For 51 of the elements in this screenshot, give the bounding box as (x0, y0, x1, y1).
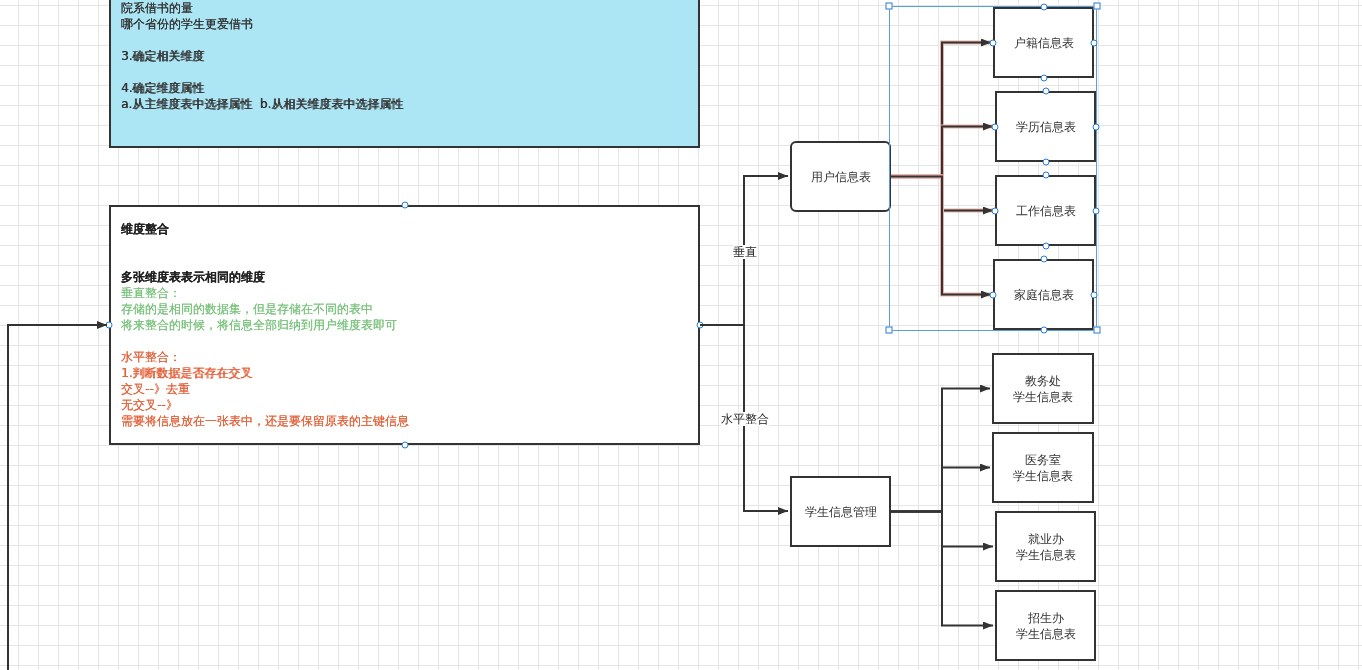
connection-point-icon[interactable] (105, 321, 113, 329)
connection-point-icon[interactable] (989, 39, 997, 46)
note-text: 垂直整合： (121, 285, 181, 301)
connection-point-icon[interactable] (989, 291, 997, 298)
table-node[interactable]: 教务处 学生信息表 (992, 353, 1094, 424)
resize-handle-icon[interactable] (885, 326, 893, 334)
connection-point-icon[interactable] (991, 207, 999, 214)
resize-handle-icon[interactable] (885, 2, 893, 10)
connection-point-icon[interactable] (1090, 39, 1098, 46)
connection-point-icon[interactable] (1040, 3, 1047, 11)
note-text: 无交叉--》 (121, 397, 178, 413)
note-text: 维度整合 (121, 221, 169, 237)
connection-point-icon[interactable] (1040, 255, 1047, 263)
table-node[interactable]: 学历信息表 (995, 91, 1096, 162)
edge-label: 垂直 (733, 245, 757, 259)
table-node[interactable]: 户籍信息表 (993, 7, 1094, 78)
connection-point-icon[interactable] (1040, 326, 1047, 334)
note-text: 院系借书的量 (121, 0, 193, 16)
connection-point-icon[interactable] (991, 123, 999, 130)
note-text: 1.判断数据是否存在交叉 (121, 365, 253, 381)
connection-point-icon[interactable] (401, 201, 408, 209)
connection-point-icon[interactable] (401, 441, 408, 449)
note-text: a.从主维度表中选择属性 b.从相关维度表中选择属性 (121, 96, 404, 112)
connection-point-icon[interactable] (1092, 123, 1100, 130)
connection-point-icon[interactable] (1042, 158, 1049, 166)
edge-label: 水平整合 (721, 412, 769, 426)
table-node[interactable]: 就业办 学生信息表 (995, 511, 1096, 582)
table-node[interactable]: 学生信息管理 (790, 476, 891, 547)
note-text: 需要将信息放在一张表中，还是要保留原表的主键信息 (121, 413, 409, 429)
connection-point-icon[interactable] (1042, 242, 1049, 250)
note-text: 存储的是相同的数据集，但是存储在不同的表中 (121, 301, 373, 317)
note-text: 交叉--》去重 (121, 381, 190, 397)
connection-point-icon[interactable] (1042, 87, 1049, 95)
connection-point-icon[interactable] (1090, 291, 1098, 298)
connection-point-icon[interactable] (1040, 74, 1047, 82)
table-node[interactable]: 工作信息表 (995, 175, 1096, 246)
table-node[interactable]: 医务室 学生信息表 (992, 432, 1094, 503)
table-node[interactable]: 家庭信息表 (993, 259, 1094, 330)
table-node[interactable]: 用户信息表 (790, 141, 891, 212)
note-text: 哪个省份的学生更爱借书 (121, 16, 253, 32)
resize-handle-icon[interactable] (1093, 2, 1101, 10)
connection-point-icon[interactable] (1092, 207, 1100, 214)
connection-point-icon[interactable] (1042, 171, 1049, 179)
note-text: 4.确定维度属性 (121, 80, 205, 96)
note-text: 3.确定相关维度 (121, 48, 205, 64)
note-text: 多张维度表表示相同的维度 (121, 269, 265, 285)
note-text: 水平整合： (121, 349, 181, 365)
note-text: 将来整合的时候，将信息全部归纳到用户维度表即可 (121, 317, 397, 333)
resize-handle-icon[interactable] (1093, 326, 1101, 334)
table-node[interactable]: 招生办 学生信息表 (995, 590, 1096, 661)
connection-point-icon[interactable] (696, 321, 704, 329)
